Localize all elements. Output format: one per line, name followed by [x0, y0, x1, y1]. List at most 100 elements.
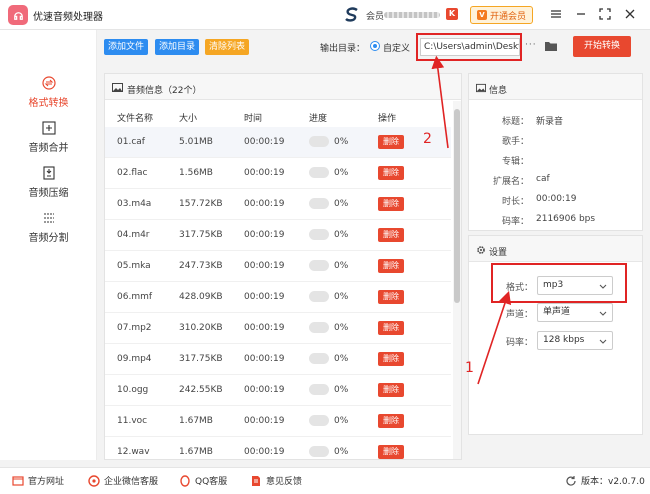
table-row[interactable]: 11.voc 1.67MB 00:00:19 0% 删除 — [105, 406, 451, 437]
menu-icon[interactable] — [549, 7, 563, 21]
annotation-box-output-path — [416, 33, 522, 61]
gear-icon — [477, 246, 485, 254]
file-duration: 00:00:19 — [244, 292, 285, 302]
sidebar-item-merge[interactable]: 音频合并 — [0, 119, 97, 159]
feedback-label: 意见反馈 — [266, 477, 303, 487]
bitrate-value: 128 kbps — [543, 335, 585, 345]
feedback-link[interactable]: 意见反馈 — [250, 474, 302, 487]
info-field-label: 专辑： — [501, 157, 529, 167]
file-name: 03.m4a — [117, 199, 152, 209]
sidebar-item-compress[interactable]: 音频压缩 — [0, 164, 97, 204]
table-row[interactable]: 05.mka 247.73KB 00:00:19 0% 删除 — [105, 251, 451, 282]
table-row[interactable]: 04.m4r 317.75KB 00:00:19 0% 删除 — [105, 220, 451, 251]
footer: 官方网址 企业微信客服 QQ客服 意见反馈 版本：v2.0.7.0 — [0, 467, 650, 494]
column-header-action: 操作 — [378, 114, 397, 124]
browse-dots-icon[interactable]: ··· — [525, 40, 537, 50]
delete-button[interactable]: 删除 — [378, 414, 404, 428]
sidebar-item-split[interactable]: 音频分割 — [0, 209, 97, 249]
custom-output-radio[interactable] — [370, 41, 380, 51]
delete-button[interactable]: 删除 — [378, 445, 404, 459]
sidebar-item-format-convert[interactable]: 格式转换 — [0, 74, 97, 114]
start-convert-button[interactable]: 开始转换 — [573, 36, 631, 57]
table-row[interactable]: 10.ogg 242.55KB 00:00:19 0% 删除 — [105, 375, 451, 406]
channel-value: 单声道 — [543, 307, 571, 317]
file-name: 04.m4r — [117, 230, 150, 240]
info-field-value: caf — [536, 174, 550, 184]
file-name: 11.voc — [117, 416, 148, 426]
wechat-support-link[interactable]: 企业微信客服 — [88, 474, 158, 487]
qq-support-link[interactable]: QQ客服 — [179, 474, 227, 487]
bitrate-label: 码率： — [505, 338, 533, 348]
minimize-icon[interactable] — [574, 7, 588, 21]
file-name: 05.mka — [117, 261, 151, 271]
info-field-value: 00:00:19 — [536, 194, 577, 204]
progress-percent: 0% — [334, 447, 349, 457]
output-dir-label: 输出目录： — [320, 44, 366, 54]
vip-icon: V — [476, 10, 487, 20]
info-header: 信息 — [469, 74, 642, 100]
table-row[interactable]: 01.caf 5.01MB 00:00:19 0% 删除 — [105, 127, 451, 158]
delete-button[interactable]: 删除 — [378, 197, 404, 211]
channel-select[interactable]: 单声道 — [537, 303, 613, 322]
table-row[interactable]: 07.mp2 310.20KB 00:00:19 0% 删除 — [105, 313, 451, 344]
image-icon — [112, 83, 123, 92]
progress-percent: 0% — [334, 199, 349, 209]
progress-bar — [309, 291, 329, 302]
bitrate-select[interactable]: 128 kbps — [537, 331, 613, 350]
info-field-value: 2116906 bps — [536, 214, 596, 224]
delete-button[interactable]: 删除 — [378, 383, 404, 397]
file-size: 242.55KB — [179, 385, 223, 395]
progress-bar — [309, 136, 329, 147]
scrollbar-thumb[interactable] — [454, 109, 460, 303]
refresh-icon — [566, 475, 576, 486]
file-size: 1.67MB — [179, 416, 213, 426]
file-size: 1.56MB — [179, 168, 213, 178]
delete-button[interactable]: 删除 — [378, 290, 404, 304]
delete-button[interactable]: 删除 — [378, 259, 404, 273]
info-title: 信息 — [489, 86, 508, 96]
file-name: 02.flac — [117, 168, 148, 178]
maximize-icon[interactable] — [598, 7, 612, 21]
account-name[interactable]: 会员 — [366, 9, 384, 22]
file-name: 10.ogg — [117, 385, 149, 395]
table-row[interactable]: 03.m4a 157.72KB 00:00:19 0% 删除 — [105, 189, 451, 220]
website-icon — [12, 475, 24, 486]
close-icon[interactable] — [623, 7, 637, 21]
annotation-number-2: 2 — [423, 131, 432, 147]
custom-output-label[interactable]: 自定义 — [383, 41, 410, 54]
delete-button[interactable]: 删除 — [378, 352, 404, 366]
file-size: 5.01MB — [179, 137, 213, 147]
add-file-button[interactable]: 添加文件 — [104, 39, 149, 55]
folder-icon[interactable] — [544, 39, 558, 53]
delete-button[interactable]: 删除 — [378, 228, 404, 242]
add-dir-button[interactable]: 添加目录 — [155, 39, 200, 55]
vip-button[interactable]: V 开通会员 — [470, 6, 533, 24]
sidebar-item-label: 音频合并 — [28, 143, 69, 154]
progress-percent: 0% — [334, 416, 349, 426]
settings-title: 设置 — [489, 248, 508, 258]
progress-percent: 0% — [334, 168, 349, 178]
file-duration: 00:00:19 — [244, 230, 285, 240]
app-title: 优速音频处理器 — [33, 12, 103, 23]
feedback-icon — [252, 475, 260, 486]
delete-button[interactable]: 删除 — [378, 135, 404, 149]
clear-list-button[interactable]: 清除列表 — [205, 39, 250, 55]
chevron-down-icon — [599, 311, 607, 316]
info-field-label: 歌手： — [501, 137, 529, 147]
sidebar-item-label: 格式转换 — [28, 98, 69, 109]
progress-percent: 0% — [334, 230, 349, 240]
table-row[interactable]: 02.flac 1.56MB 00:00:19 0% 删除 — [105, 158, 451, 189]
delete-button[interactable]: 删除 — [378, 166, 404, 180]
delete-button[interactable]: 删除 — [378, 321, 404, 335]
website-link[interactable]: 官方网址 — [12, 474, 64, 487]
sidebar-item-label: 音频分割 — [28, 233, 69, 244]
table-row[interactable]: 06.mmf 428.09KB 00:00:19 0% 删除 — [105, 282, 451, 313]
file-duration: 00:00:19 — [244, 416, 285, 426]
format-convert-icon — [41, 76, 56, 90]
version-info: 版本：v2.0.7.0 — [565, 474, 645, 487]
info-field-label: 标题： — [501, 117, 529, 127]
file-name: 06.mmf — [117, 292, 153, 302]
file-size: 317.75KB — [179, 354, 223, 364]
table-row[interactable]: 12.wav 1.67MB 00:00:19 0% 删除 — [105, 437, 451, 459]
table-row[interactable]: 09.mp4 317.75KB 00:00:19 0% 删除 — [105, 344, 451, 375]
